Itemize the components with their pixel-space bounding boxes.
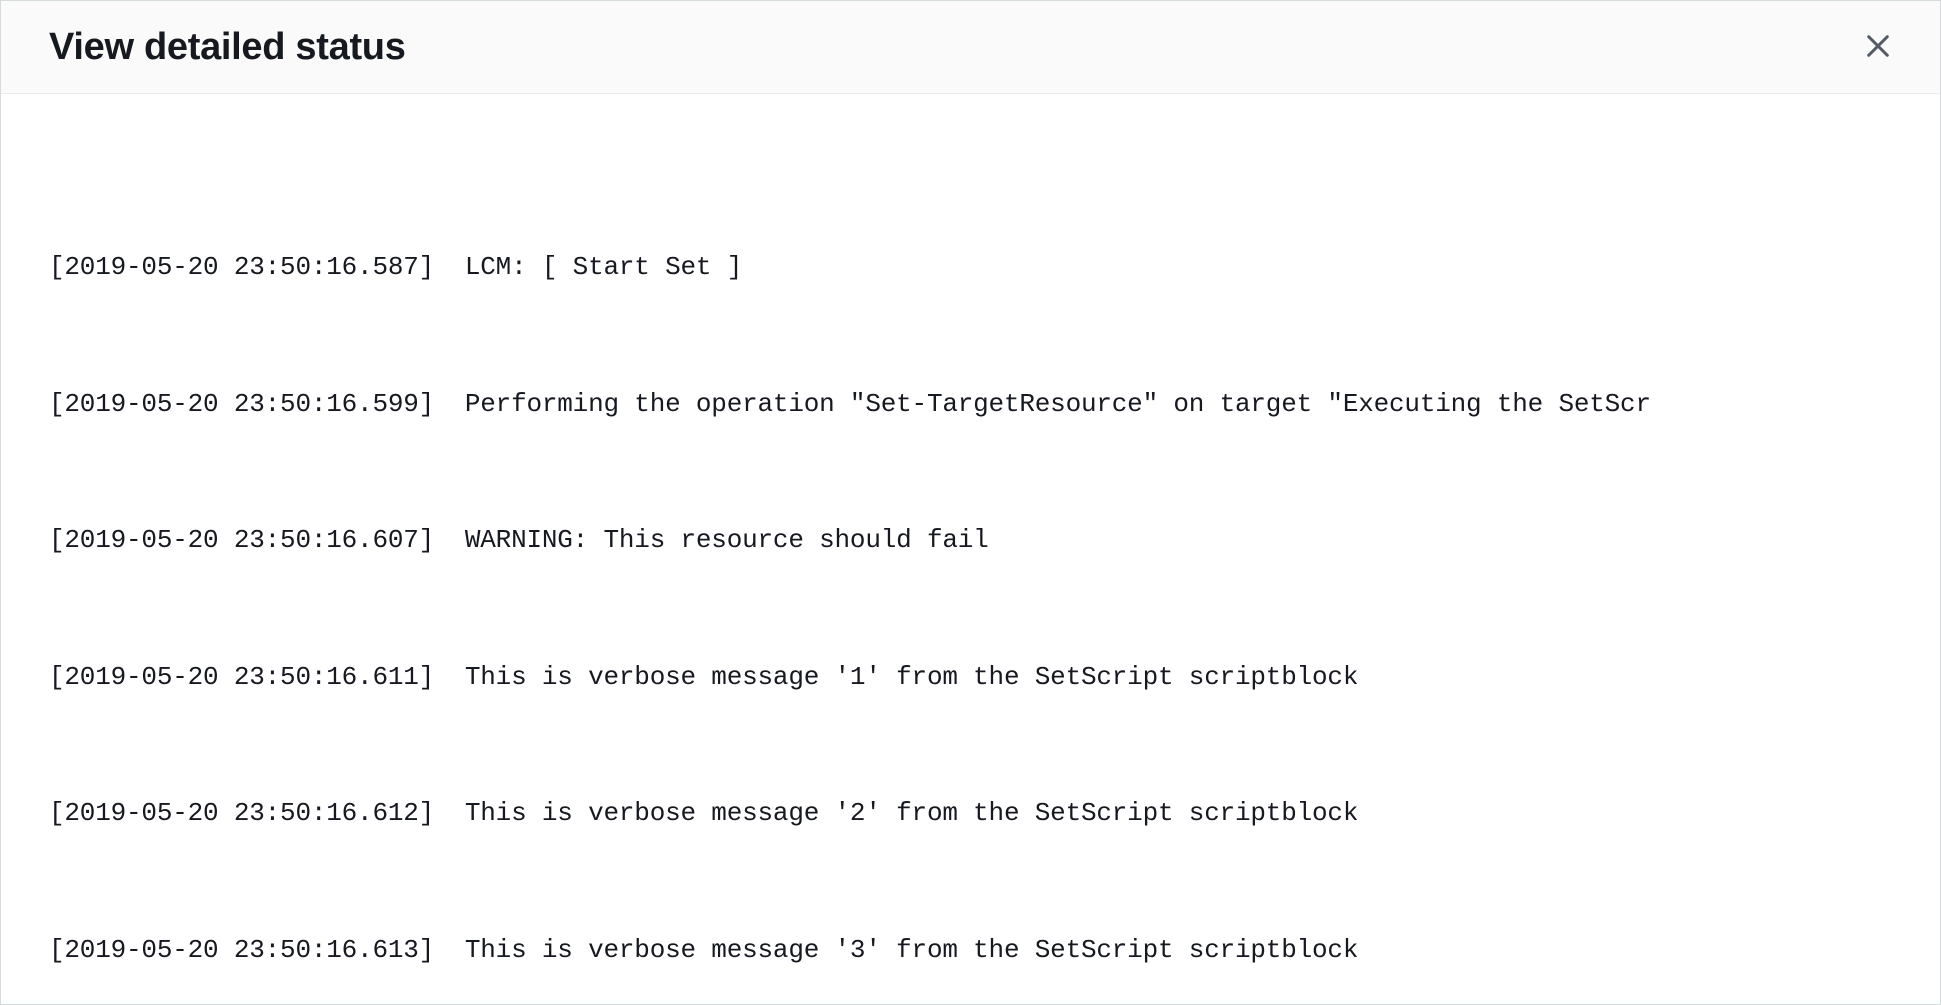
close-icon [1862, 30, 1894, 65]
log-line: [2019-05-20 23:50:16.607] WARNING: This … [49, 518, 1892, 564]
log-line: [2019-05-20 23:50:16.611] This is verbos… [49, 655, 1892, 701]
modal-header: View detailed status [1, 1, 1940, 94]
log-line: [2019-05-20 23:50:16.612] This is verbos… [49, 791, 1892, 837]
detailed-status-modal: View detailed status [2019-05-20 23:50:1… [0, 0, 1941, 1005]
modal-body: [2019-05-20 23:50:16.587] LCM: [ Start S… [1, 94, 1940, 1004]
log-line: [2019-05-20 23:50:16.599] Performing the… [49, 382, 1892, 428]
log-line: [2019-05-20 23:50:16.613] This is verbos… [49, 928, 1892, 974]
modal-title: View detailed status [49, 26, 406, 69]
close-button[interactable] [1856, 25, 1900, 69]
log-line: [2019-05-20 23:50:16.587] LCM: [ Start S… [49, 245, 1892, 291]
status-log: [2019-05-20 23:50:16.587] LCM: [ Start S… [49, 154, 1892, 1004]
